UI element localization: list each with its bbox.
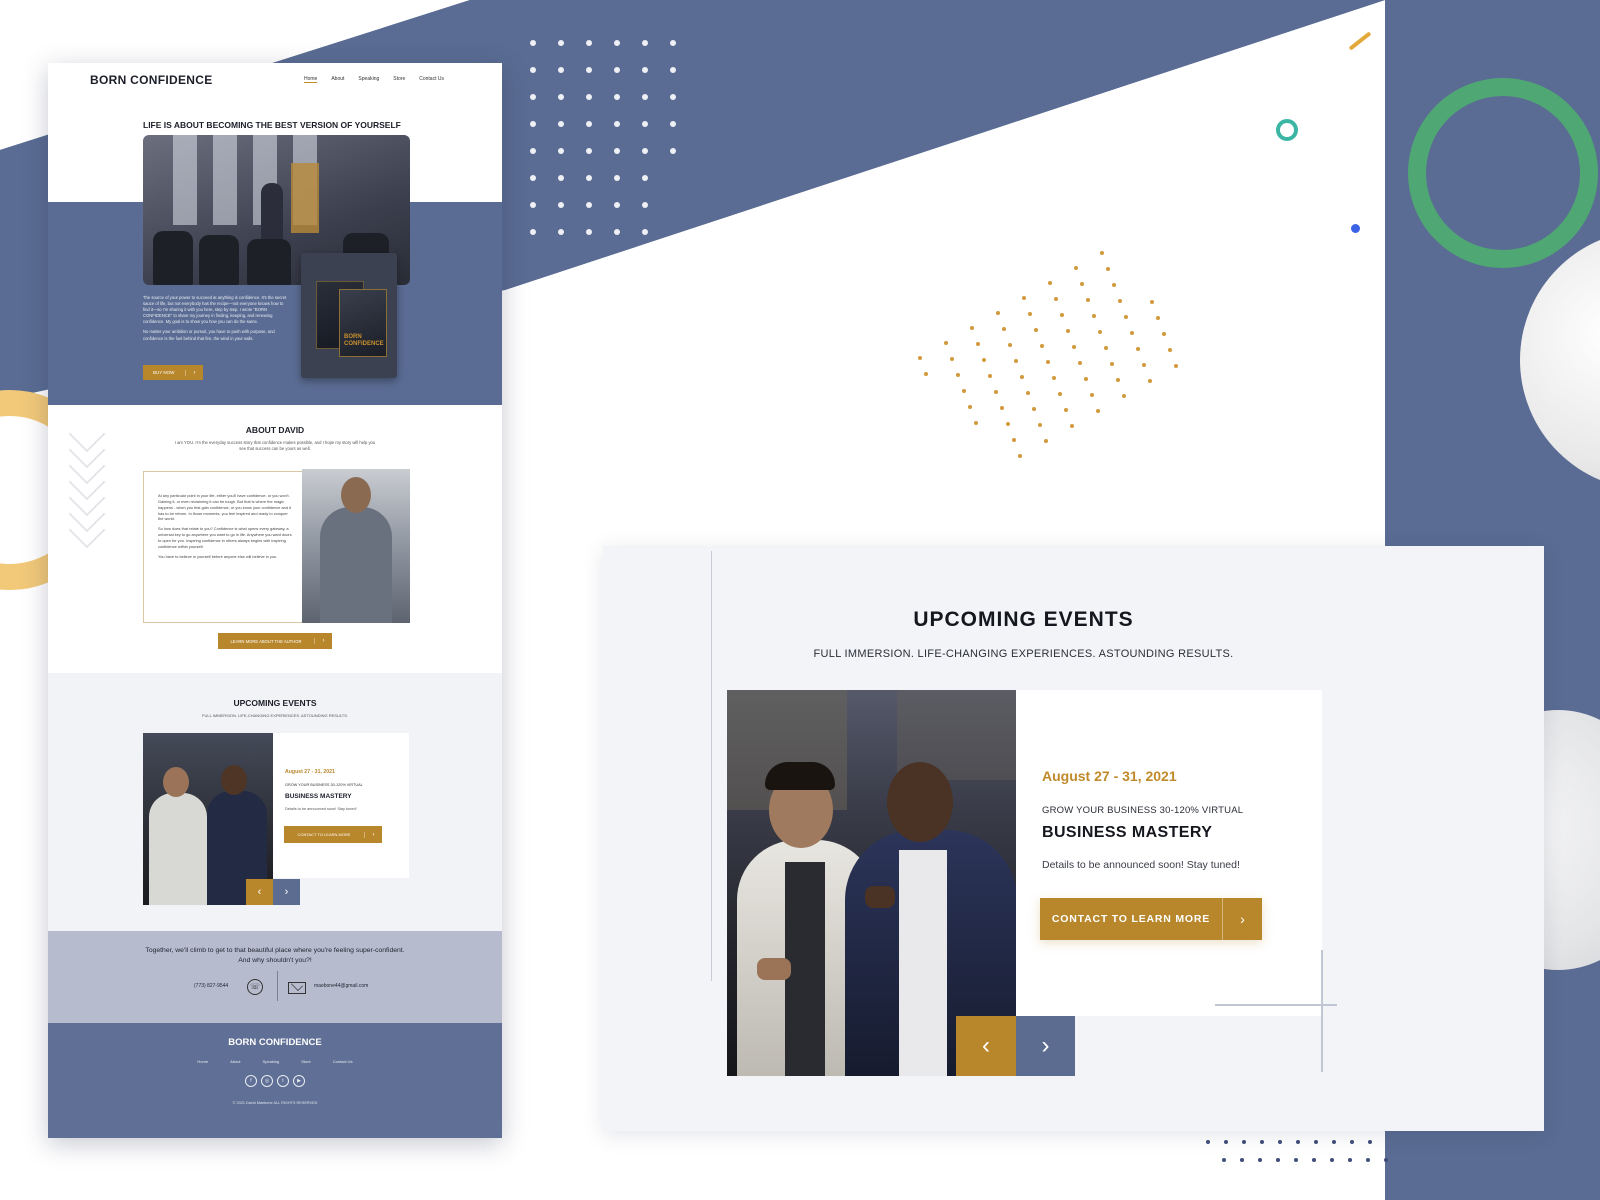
- about-paragraph: You have to believe in yourself before a…: [158, 553, 278, 559]
- chevron-right-icon: ›: [185, 369, 203, 376]
- footer-nav-home[interactable]: Home: [197, 1059, 208, 1064]
- event-details: Details to be announced soon! Stay tuned…: [285, 807, 357, 811]
- book-image: BORN CONFIDENCE: [301, 253, 397, 378]
- chevron-left-icon: ‹: [982, 1032, 990, 1059]
- event-prev-button[interactable]: ‹: [246, 879, 273, 905]
- phone-number[interactable]: (773) 827-9544: [194, 983, 228, 989]
- events-subtitle: FULL IMMERSION. LIFE-CHANGING EXPERIENCE…: [202, 713, 348, 718]
- buy-now-label: BUY NOW: [153, 370, 175, 375]
- book-cover-front: BORN CONFIDENCE: [339, 289, 387, 357]
- cta-section: [48, 931, 502, 1023]
- about-paragraph: So how does that relate to you? Confiden…: [158, 526, 292, 549]
- event-tagline: GROW YOUR BUSINESS 30-120% VIRTUAL: [285, 783, 363, 787]
- hero-paragraph: The source of your power to succeed at a…: [143, 295, 287, 325]
- about-text: At any particular point in your life, ei…: [158, 493, 293, 560]
- nav-store[interactable]: Store: [393, 76, 405, 83]
- hero-title: LIFE IS ABOUT BECOMING THE BEST VERSION …: [143, 120, 401, 130]
- footer-nav-speaking[interactable]: Speaking: [263, 1059, 280, 1064]
- decor-chevrons: [68, 415, 106, 561]
- learn-more-author-button[interactable]: LEARN MORE ABOUT THE AUTHOR ›: [218, 633, 332, 649]
- decor-crosshair-vertical: [1321, 950, 1323, 1072]
- cta-text: Together, we'll climb to get to that bea…: [145, 947, 405, 965]
- facebook-icon[interactable]: f: [245, 1075, 257, 1087]
- about-title: ABOUT DAVID: [245, 425, 305, 435]
- chevron-right-icon: ›: [1041, 1032, 1050, 1059]
- chevron-right-icon: ›: [314, 638, 332, 644]
- email-address[interactable]: maebone44@gmail.com: [314, 983, 368, 989]
- nav-speaking[interactable]: Speaking: [358, 76, 379, 83]
- youtube-icon[interactable]: ▶: [293, 1075, 305, 1087]
- contact-divider: [277, 971, 278, 1001]
- decor-crosshair-horizontal: [1215, 1004, 1337, 1006]
- panel-events-title: UPCOMING EVENTS: [913, 608, 1134, 631]
- event-name: BUSINESS MASTERY: [285, 793, 352, 800]
- about-paragraph: At any particular point in your life, ei…: [158, 493, 292, 522]
- events-title: UPCOMING EVENTS: [233, 698, 317, 708]
- nav-home[interactable]: Home: [304, 76, 318, 83]
- contact-learn-more-label: CONTACT TO LEARN MORE: [297, 832, 351, 837]
- panel-contact-learn-more-label: CONTACT TO LEARN MORE: [1051, 913, 1211, 925]
- buy-now-button[interactable]: BUY NOW ›: [143, 365, 203, 380]
- mockup-nav: Home About Speaking Store Contact Us: [304, 76, 444, 83]
- contact-learn-more-button[interactable]: CONTACT TO LEARN MORE ›: [284, 826, 382, 843]
- nav-contact[interactable]: Contact Us: [419, 76, 444, 83]
- panel-contact-learn-more-button[interactable]: CONTACT TO LEARN MORE ›: [1040, 898, 1262, 940]
- footer-logo[interactable]: BORN CONFIDENCE: [48, 1037, 502, 1048]
- panel-events-subtitle: FULL IMMERSION. LIFE-CHANGING EXPERIENCE…: [813, 648, 1234, 660]
- panel-event-details: Details to be announced soon! Stay tuned…: [1042, 859, 1240, 871]
- chevron-left-icon: ‹: [257, 886, 262, 898]
- decor-green-ring: [1408, 78, 1598, 268]
- panel-event-date: August 27 - 31, 2021: [1042, 768, 1177, 784]
- about-subtitle: I am YOU. I'm the everyday success story…: [174, 440, 376, 452]
- chevron-right-icon: ›: [1222, 898, 1262, 940]
- book-cover-text: BORN CONFIDENCE: [344, 334, 384, 347]
- footer-nav-store[interactable]: Store: [301, 1059, 311, 1064]
- mail-icon: [288, 979, 306, 994]
- phone-icon: ☏: [247, 979, 263, 995]
- learn-more-label: LEARN MORE ABOUT THE AUTHOR: [230, 638, 302, 644]
- copyright: © 2021 David Maebone ALL RIGHTS RESERVED: [232, 1101, 318, 1105]
- chevron-right-icon: ›: [364, 831, 382, 838]
- website-mockup: BORN CONFIDENCE Home About Speaking Stor…: [48, 63, 502, 1138]
- twitter-icon[interactable]: t: [277, 1075, 289, 1087]
- mockup-logo[interactable]: BORN CONFIDENCE: [90, 73, 213, 87]
- instagram-icon[interactable]: ◎: [261, 1075, 273, 1087]
- event-date: August 27 - 31, 2021: [285, 769, 335, 775]
- panel-event-card: [1016, 690, 1322, 1016]
- footer-nav: Home About Speaking Store Contact Us: [48, 1059, 502, 1064]
- chevron-right-icon: ›: [284, 886, 289, 898]
- event-card: [273, 733, 409, 878]
- hero-description: The source of your power to succeed at a…: [143, 295, 291, 342]
- panel-next-button[interactable]: ›: [1016, 1016, 1075, 1076]
- footer-nav-contact[interactable]: Contact Us: [333, 1059, 353, 1064]
- social-links: f ◎ t ▶: [48, 1075, 502, 1087]
- hero-paragraph: No matter your ambition or pursuit, you …: [143, 329, 275, 341]
- panel-prev-button[interactable]: ‹: [956, 1016, 1016, 1076]
- decor-teal-ring: [1276, 119, 1298, 141]
- panel-event-name: BUSINESS MASTERY: [1042, 824, 1213, 841]
- nav-about[interactable]: About: [331, 76, 344, 83]
- footer-nav-about[interactable]: About: [230, 1059, 240, 1064]
- panel-event-tagline: GROW YOUR BUSINESS 30-120% VIRTUAL: [1042, 805, 1244, 816]
- event-next-button[interactable]: ›: [273, 879, 300, 905]
- author-photo: [302, 469, 410, 623]
- decor-blue-dot: [1351, 224, 1360, 233]
